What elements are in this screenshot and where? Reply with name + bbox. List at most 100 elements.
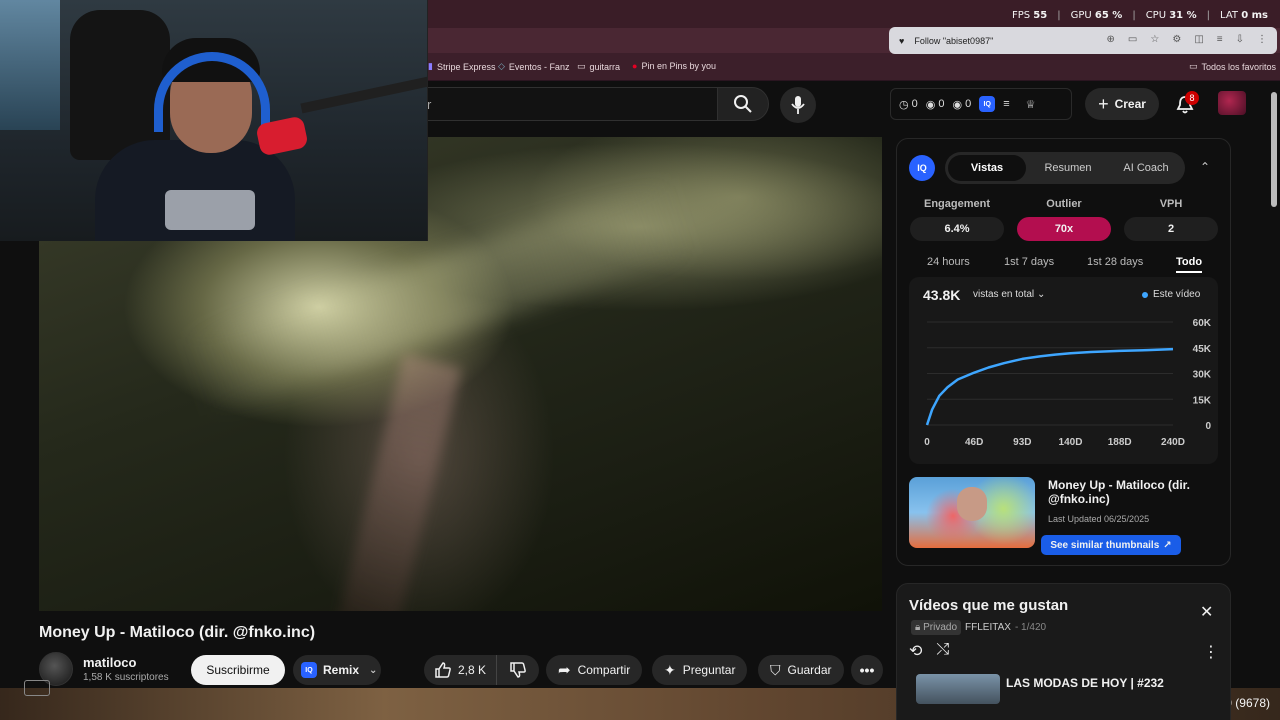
views-line-chart: 0 15K 30K 45K 60K 0 46D 93D 140D 188D 240D	[924, 318, 1212, 448]
lock-icon: 🔒︎	[915, 622, 921, 633]
range-7-days[interactable]: 1st 7 days	[1004, 256, 1054, 268]
share-button[interactable]: ➦ Compartir	[546, 655, 643, 685]
playlist-controls: ⟲ ⤭	[909, 641, 949, 661]
list-icon[interactable]: ≡	[1003, 98, 1009, 110]
more-actions-button[interactable]: •••	[851, 655, 883, 685]
extension-icon[interactable]: ⚙	[1172, 34, 1181, 45]
video-thumbnail[interactable]	[909, 477, 1035, 548]
dislike-button[interactable]	[497, 655, 539, 685]
bookmark-icon: ⛉	[770, 661, 781, 678]
subscriber-count: 1,58 K suscriptores	[83, 672, 169, 683]
star-icon[interactable]: ☆	[1150, 34, 1159, 45]
panel-tabs: Vistas Resumen AI Coach	[945, 152, 1185, 184]
mic-icon	[791, 96, 805, 114]
chart-legend: Este vídeo	[1142, 289, 1200, 300]
share-icon: ➦	[558, 662, 571, 679]
x-tick-label: 93D	[1013, 437, 1031, 448]
like-button[interactable]: 2,8 K	[424, 655, 497, 685]
more-vertical-icon[interactable]: ⋮	[1203, 642, 1219, 662]
sparkle-icon: ✦	[664, 661, 676, 678]
iq-icon[interactable]: IQ	[909, 155, 935, 181]
extension-stats[interactable]: ◷ 0 ◉ 0 ◉ 0 IQ ≡ ♕	[890, 88, 1072, 120]
download-icon[interactable]: ⇩	[1236, 34, 1244, 45]
video-title: Money Up - Matiloco (dir. @fnko.inc)	[39, 624, 316, 641]
playlist-item-thumbnail[interactable]	[916, 674, 1000, 704]
playlist-info: 🔒︎ Privado FFLEITAX - 1/420	[911, 620, 1046, 635]
create-button[interactable]: + Crear	[1085, 88, 1159, 120]
tab-vistas[interactable]: Vistas	[948, 155, 1026, 181]
range-todo[interactable]: Todo	[1176, 256, 1203, 273]
search-input[interactable]: r	[400, 87, 717, 121]
loop-icon[interactable]: ⟲	[909, 641, 922, 661]
tab-resumen[interactable]: Resumen	[1029, 162, 1107, 174]
plus-icon: +	[1098, 93, 1109, 114]
channel-name[interactable]: matiloco	[83, 655, 136, 670]
bookmark-all[interactable]: ▭ Todos los favoritos	[1189, 61, 1276, 72]
bookmark-icon: ◇	[498, 61, 505, 71]
playlist-owner[interactable]: FFLEITAX	[965, 622, 1011, 633]
window-control[interactable]	[24, 680, 50, 696]
gaming-chair	[70, 10, 170, 160]
y-tick-label: 0	[1205, 421, 1211, 432]
cast-icon[interactable]: ▭	[1128, 34, 1137, 45]
metric-value-vph: 2	[1124, 217, 1218, 241]
range-28-days[interactable]: 1st 28 days	[1087, 256, 1143, 268]
clock-icon: ◷	[899, 98, 909, 111]
y-tick-label: 30K	[1193, 370, 1212, 381]
like-dislike-group: 2,8 K	[424, 655, 539, 685]
stripe-icon: ▮	[428, 61, 433, 71]
eye-icon: ◉	[925, 98, 936, 111]
performance-overlay: FPS 55 | GPU 65 % | CPU 31 % | LAT 0 ms	[1011, 10, 1268, 21]
privacy-badge: 🔒︎ Privado	[911, 620, 962, 635]
last-updated: Last Updated 06/25/2025	[1048, 514, 1150, 524]
metric-label-outlier: Outlier	[1046, 198, 1082, 210]
iq-icon[interactable]: IQ	[979, 96, 996, 112]
trophy-icon[interactable]: ♕	[1026, 98, 1036, 111]
subscribe-button[interactable]: Suscribirme	[191, 655, 285, 685]
zoom-icon[interactable]: ⊕	[1107, 34, 1115, 45]
bookmark-stripe[interactable]: ▮ Stripe Express	[428, 61, 495, 72]
menu-icon[interactable]: ⋮	[1257, 34, 1267, 45]
folder-icon: ▭	[577, 61, 586, 71]
voice-search-button[interactable]	[780, 87, 816, 123]
metric-label-engagement: Engagement	[923, 198, 990, 210]
x-tick-label: 140D	[1059, 437, 1083, 448]
eye-stat: ◉ 0	[925, 98, 945, 111]
bookmark-pinterest[interactable]: ● Pin en Pins by you	[632, 61, 716, 71]
metric-value-outlier: 70x	[1017, 217, 1111, 241]
metric-label-vph: VPH	[1159, 198, 1183, 210]
save-button[interactable]: ⛉ Guardar	[758, 655, 844, 685]
y-tick-label: 60K	[1193, 318, 1212, 329]
range-24-hours[interactable]: 24 hours	[927, 256, 970, 268]
close-icon[interactable]: ✕	[1200, 602, 1213, 622]
page-scrollbar[interactable]	[1271, 92, 1277, 207]
bookmark-eventos[interactable]: ◇ Eventos - Fanz	[498, 61, 569, 72]
shuffle-icon[interactable]: ⤭	[936, 641, 949, 661]
total-views-dropdown[interactable]: vistas en total ⌄	[973, 289, 1045, 300]
chevron-up-icon[interactable]: ⌃	[1200, 160, 1210, 174]
puzzle-icon[interactable]: ◫	[1194, 34, 1203, 45]
search-button[interactable]	[717, 87, 769, 121]
total-views: 43.8K	[923, 287, 961, 303]
pinterest-icon: ●	[632, 61, 638, 71]
chevron-down-icon: ⌄	[1036, 289, 1046, 300]
thumbs-up-icon	[435, 662, 451, 678]
account-avatar[interactable]	[1218, 91, 1246, 115]
y-tick-label: 15K	[1193, 395, 1212, 406]
x-tick-label: 0	[924, 437, 930, 448]
bookmark-guitarra[interactable]: ▭ guitarra	[577, 61, 620, 72]
x-tick-label: 240D	[1161, 437, 1185, 448]
x-tick-label: 188D	[1108, 437, 1132, 448]
remix-button[interactable]: IQ Remix ⌄	[293, 655, 381, 685]
thumbs-down-icon	[510, 662, 526, 678]
see-similar-thumbnails-button[interactable]: See similar thumbnails ↗	[1041, 535, 1181, 555]
playlist-title: Vídeos que me gustan	[909, 597, 1069, 614]
list-icon[interactable]: ≡	[1217, 34, 1223, 45]
follow-text: Follow "abiset0987"	[914, 35, 994, 46]
ask-button[interactable]: ✦ Preguntar	[652, 655, 748, 685]
x-tick-label: 46D	[965, 437, 983, 448]
y-tick-label: 45K	[1193, 344, 1212, 355]
tab-ai-coach[interactable]: AI Coach	[1107, 162, 1185, 174]
follow-notification[interactable]: ♥ Follow "abiset0987" ⊕ ▭ ☆ ⚙ ◫ ≡ ⇩ ⋮	[889, 27, 1277, 54]
playlist-item-title[interactable]: LAS MODAS DE HOY | #232	[1006, 676, 1164, 690]
